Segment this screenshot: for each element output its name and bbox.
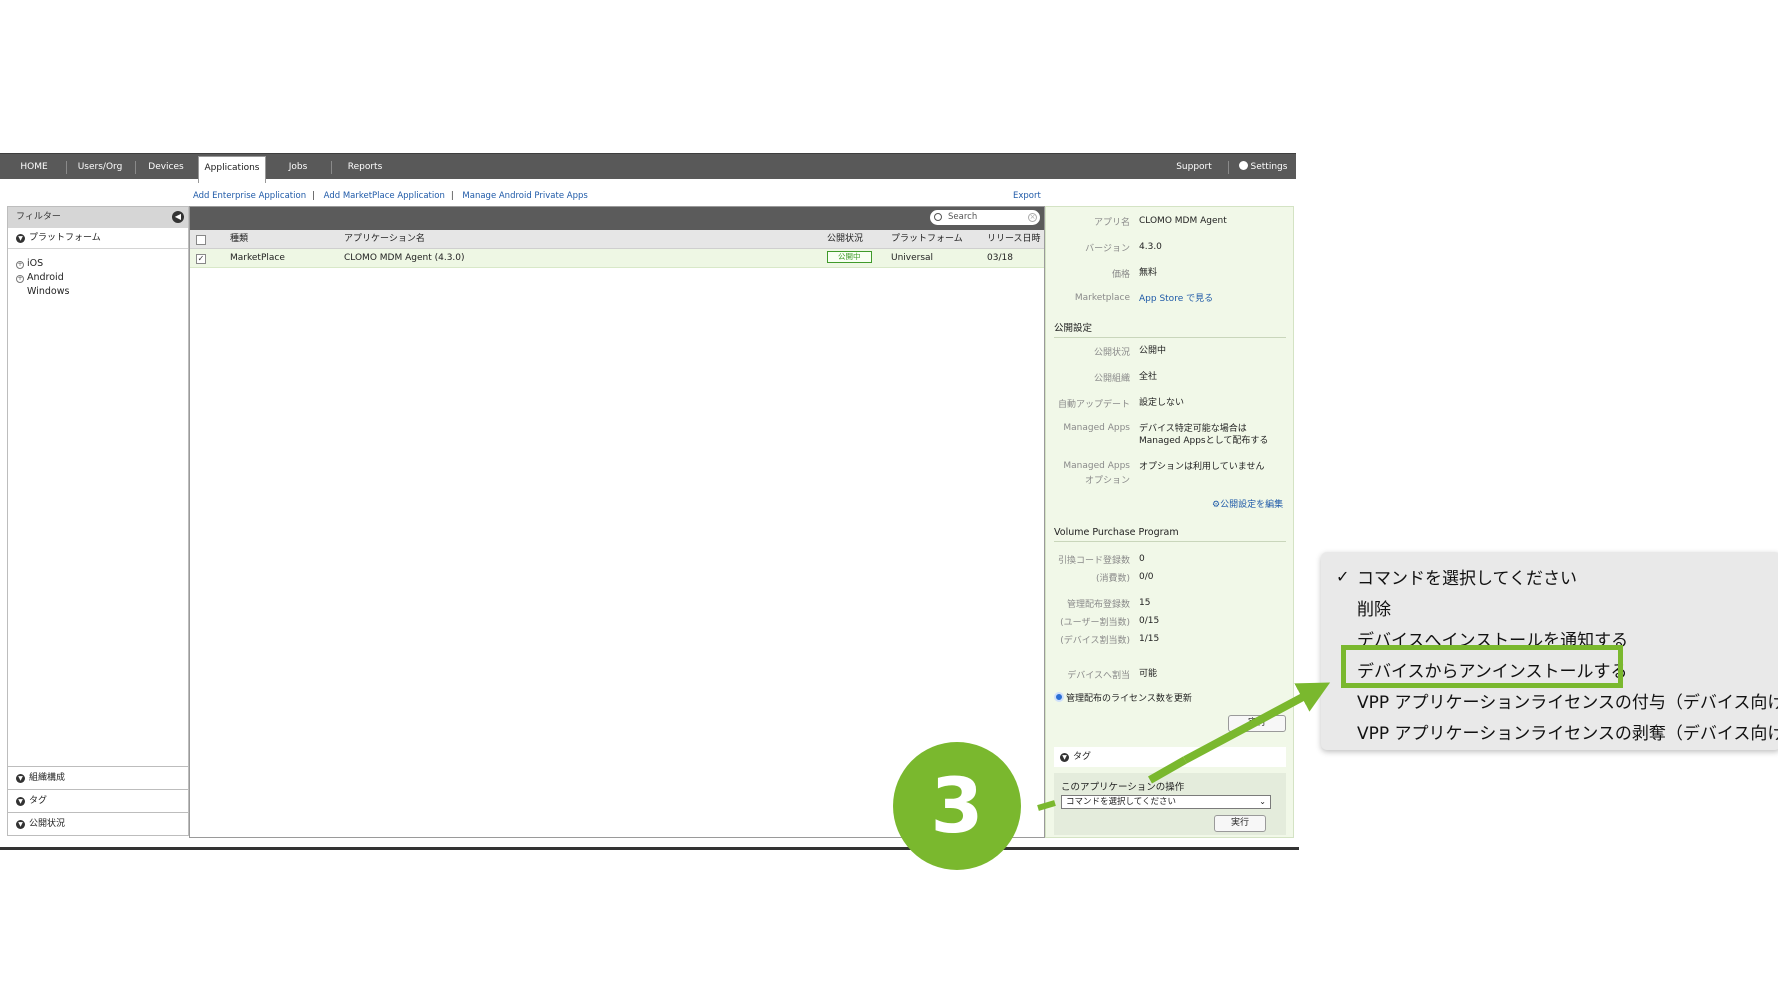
arrow-tail (1037, 800, 1056, 811)
step-number-badge: 3 (893, 742, 1021, 870)
arrow-shaft-extension (1148, 756, 1187, 784)
arrow-shaft (1183, 682, 1331, 764)
callout-arrow (1037, 682, 1331, 811)
